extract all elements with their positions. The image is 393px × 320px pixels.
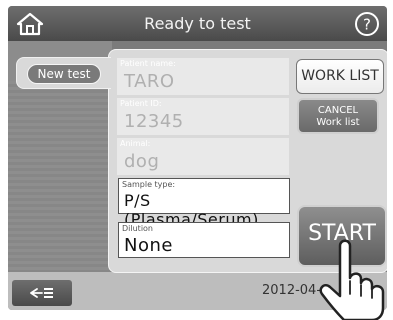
animal-field: Animal: dog — [117, 138, 289, 175]
sample-type-label: Sample type: — [122, 180, 176, 189]
patient-name-label: Patient name: — [120, 59, 176, 68]
home-icon — [16, 12, 44, 36]
dilution-select[interactable]: Dilution None — [118, 222, 290, 258]
help-button[interactable]: ? — [353, 10, 381, 38]
dilution-label: Dilution — [122, 224, 153, 233]
home-button[interactable] — [12, 9, 48, 37]
back-list-icon — [30, 288, 53, 298]
patient-id-value: 12345 — [124, 111, 184, 132]
patient-id-label: Patient ID: — [120, 99, 162, 108]
animal-label: Animal: — [120, 139, 151, 148]
svg-text:?: ? — [363, 16, 371, 34]
cancel-label: CANCEL — [317, 105, 359, 116]
page-title: Ready to test — [144, 14, 251, 33]
dilution-value: None — [124, 235, 173, 256]
cancel-work-list-button[interactable]: CANCEL Work list — [297, 98, 379, 134]
title-bar: Ready to test ? — [8, 6, 387, 41]
back-button[interactable] — [12, 280, 72, 306]
work-list-label: Work list — [316, 117, 360, 128]
patient-name-field: Patient name: TARO — [117, 58, 289, 95]
tab-new-test[interactable]: New test — [16, 57, 111, 89]
pointing-hand-icon — [319, 239, 385, 320]
work-list-button[interactable]: WORK LIST — [296, 59, 384, 94]
new-test-label: New test — [27, 64, 101, 84]
sample-type-select[interactable]: Sample type: P/S (Plasma/Serum) — [118, 178, 290, 229]
help-icon: ? — [355, 12, 379, 36]
patient-name-value: TARO — [124, 71, 175, 92]
animal-value: dog — [124, 151, 160, 172]
patient-id-field: Patient ID: 12345 — [117, 98, 289, 135]
